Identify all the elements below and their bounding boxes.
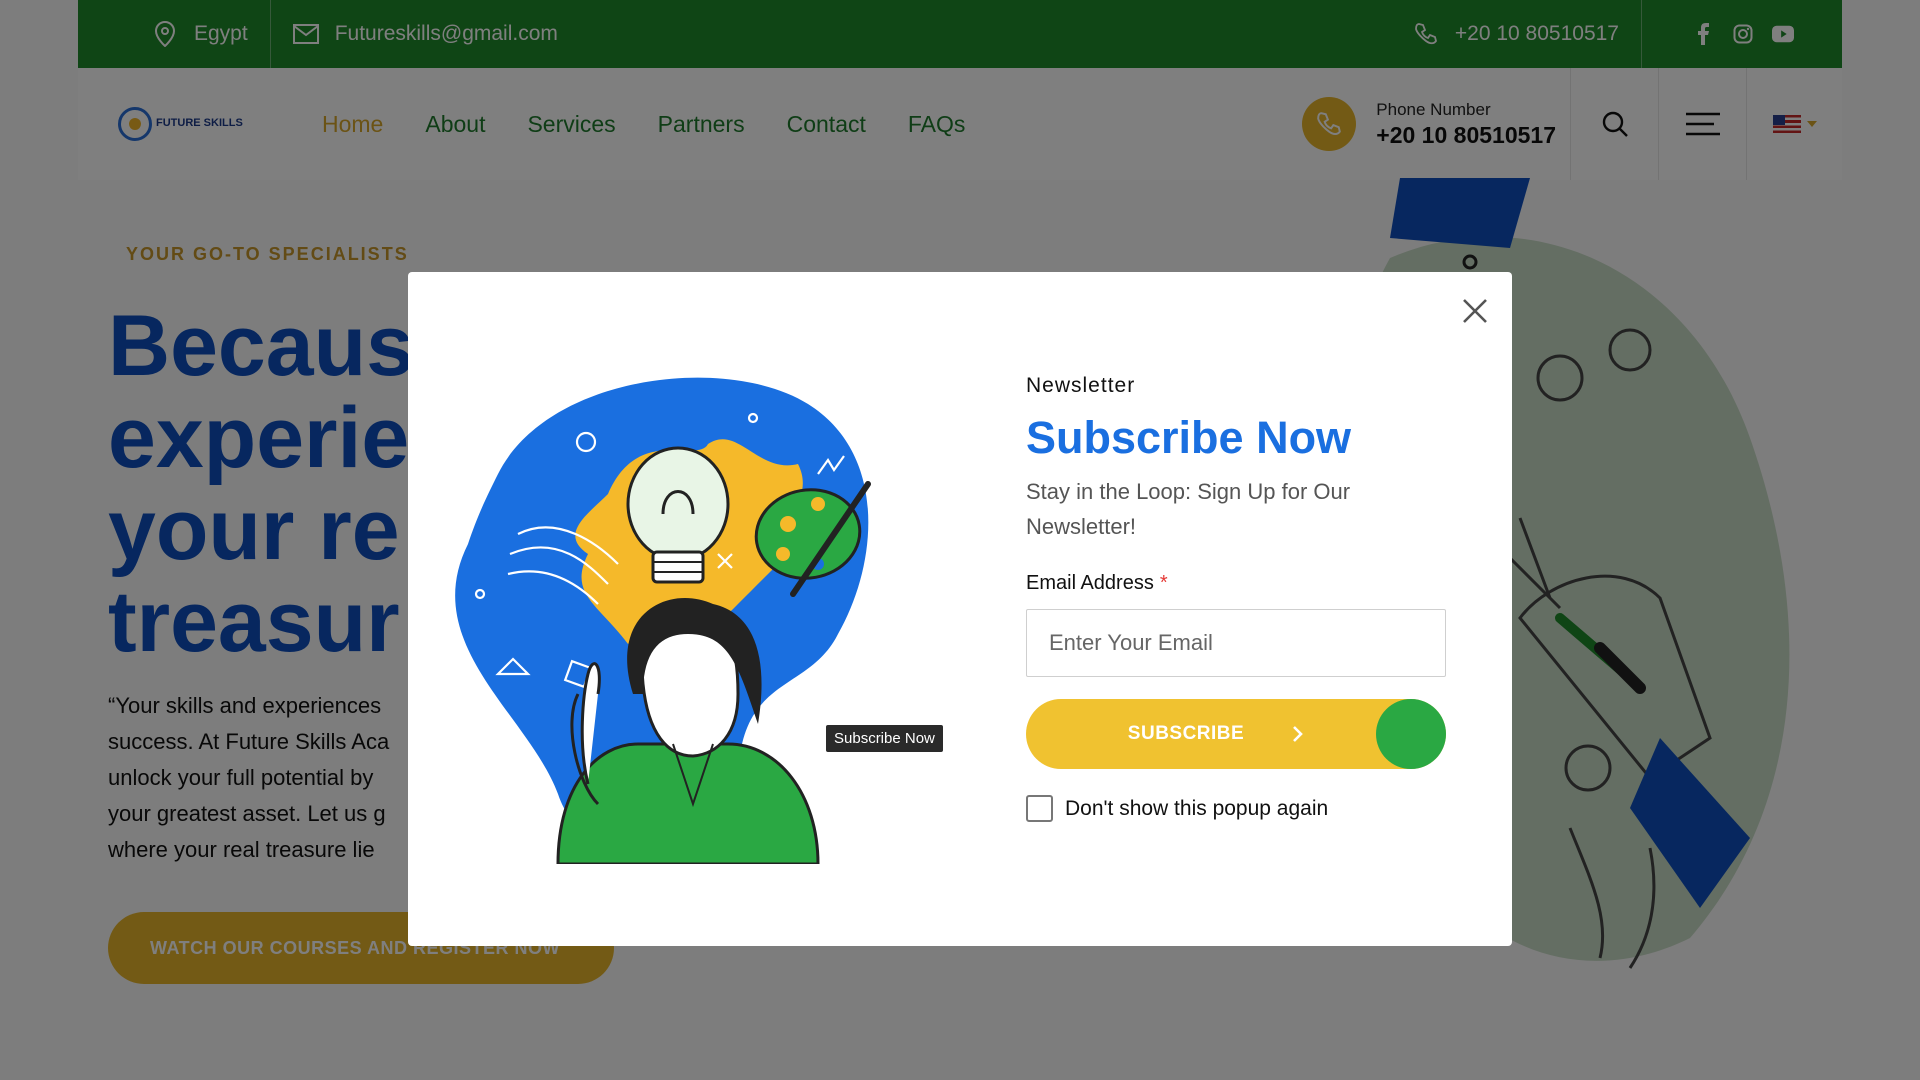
required-marker: * — [1159, 572, 1168, 594]
newsletter-illustration — [455, 377, 871, 864]
newsletter-kicker: Newsletter — [1026, 374, 1136, 397]
subscribe-label: SUBSCRIBE — [1127, 723, 1245, 744]
dont-show-checkbox[interactable] — [1026, 795, 1053, 822]
subscribe-tooltip: Subscribe Now — [826, 725, 943, 752]
newsletter-popup: Subscribe Now Newsletter Subscribe Now S… — [408, 272, 1512, 946]
email-label-text: Email Address — [1026, 572, 1154, 594]
close-icon — [1463, 299, 1487, 323]
chevron-right-icon — [1292, 725, 1304, 743]
subscribe-dot — [1376, 699, 1446, 769]
subscribe-button[interactable]: SUBSCRIBE — [1026, 699, 1446, 769]
dont-show-row[interactable]: Don't show this popup again — [1026, 795, 1446, 822]
newsletter-form: Newsletter Subscribe Now Stay in the Loo… — [1026, 374, 1446, 822]
popup-subtitle: Stay in the Loop: Sign Up for Our Newsle… — [1026, 479, 1351, 539]
email-input[interactable] — [1026, 609, 1446, 677]
popup-title: Subscribe Now — [1026, 412, 1352, 463]
email-label: Email Address * — [1026, 572, 1446, 595]
dont-show-label[interactable]: Don't show this popup again — [1065, 797, 1328, 821]
close-button[interactable] — [1458, 294, 1492, 328]
